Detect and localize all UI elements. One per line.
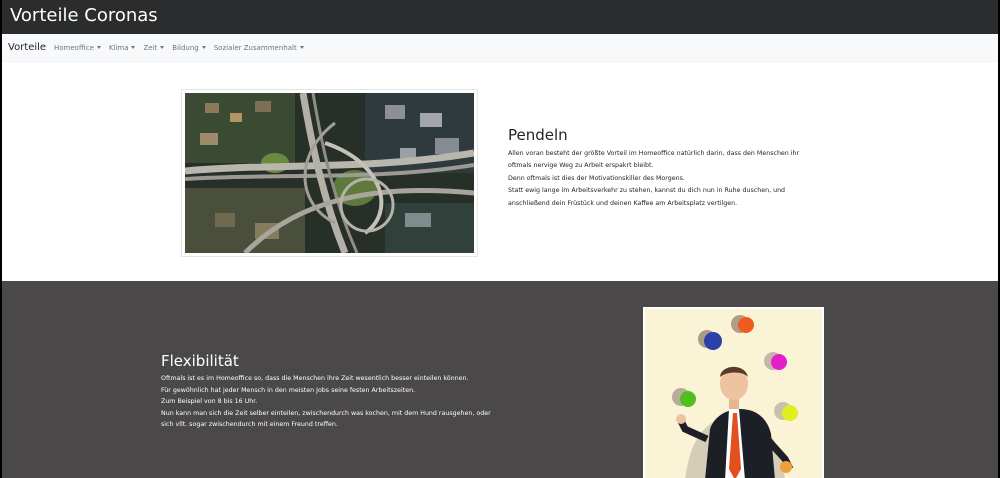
nav-item-label: Klima: [108, 44, 129, 52]
city-highway-image: [181, 89, 478, 257]
nav-menu: Homeoffice Klima Zeit Bildung Sozialer Z…: [54, 34, 312, 62]
caret-down-icon: [201, 46, 206, 49]
caret-down-icon: [131, 46, 136, 49]
site-header: Vorteile Coronas: [2, 0, 998, 34]
paragraph-line: Nun kann man sich die Zeit selber eintei…: [161, 409, 491, 417]
site-title: Vorteile Coronas: [10, 5, 158, 26]
nav-item-zeit[interactable]: Zeit: [143, 34, 165, 62]
nav-item-klima[interactable]: Klima: [109, 34, 136, 62]
nav-item-label: Zeit: [143, 44, 158, 52]
city-highway-photo: [185, 93, 474, 253]
nav-item-label: Sozialer Zusammenhalt: [213, 44, 297, 52]
paragraph-line: oftmals nervige Weg zu Arbeit erspakrt b…: [508, 162, 654, 170]
caret-down-icon: [160, 46, 165, 49]
nav-item-label: Homeoffice: [54, 44, 94, 52]
paragraph-line: sich vllt. sogar zwischendurch mit einem…: [161, 421, 338, 429]
paragraph-line: Oftmals ist es im Homeoffice so, dass di…: [161, 375, 469, 382]
paragraph-line: Zum Beispiel von 8 bis 16 Uhr.: [161, 398, 258, 406]
juggling-businessman-illustration: [645, 309, 822, 478]
main-navbar: Vorteile Homeoffice Klima Zeit Bildung S…: [2, 34, 998, 62]
paragraph-line: anschließend dein Früstück und deinen Ka…: [508, 199, 738, 207]
pendeln-text: Pendeln Allen voran besteht der größte V…: [508, 125, 868, 210]
nav-item-bildung[interactable]: Bildung: [172, 34, 206, 62]
paragraph-line: Für gewöhnlich hat jeder Mensch in den m…: [161, 386, 416, 394]
section-heading: Flexibilität: [161, 352, 239, 370]
navbar-brand[interactable]: Vorteile: [8, 41, 46, 55]
nav-item-sozialer-zusammenhalt[interactable]: Sozialer Zusammenhalt: [214, 34, 304, 62]
section-heading: Pendeln: [508, 126, 568, 144]
page: Vorteile Coronas Vorteile Homeoffice Kli…: [2, 0, 998, 478]
caret-down-icon: [96, 46, 101, 49]
paragraph-line: Denn oftmals ist dies der Motivationskil…: [508, 174, 685, 182]
paragraph-line: Allen voran besteht der größte Vorteil i…: [508, 150, 800, 157]
caret-down-icon: [299, 46, 304, 49]
nav-item-homeoffice[interactable]: Homeoffice: [54, 34, 101, 62]
flexibilitaet-text: Flexibilität Oftmals ist es im Homeoffic…: [161, 351, 581, 431]
section-pendeln: Pendeln Allen voran besteht der größte V…: [2, 62, 998, 281]
nav-item-label: Bildung: [172, 44, 199, 52]
juggler-image: [643, 307, 824, 478]
paragraph-line: Statt ewig lange im Arbeitsverkehr zu st…: [508, 187, 786, 195]
section-flexibilitaet: Flexibilität Oftmals ist es im Homeoffic…: [2, 281, 998, 478]
